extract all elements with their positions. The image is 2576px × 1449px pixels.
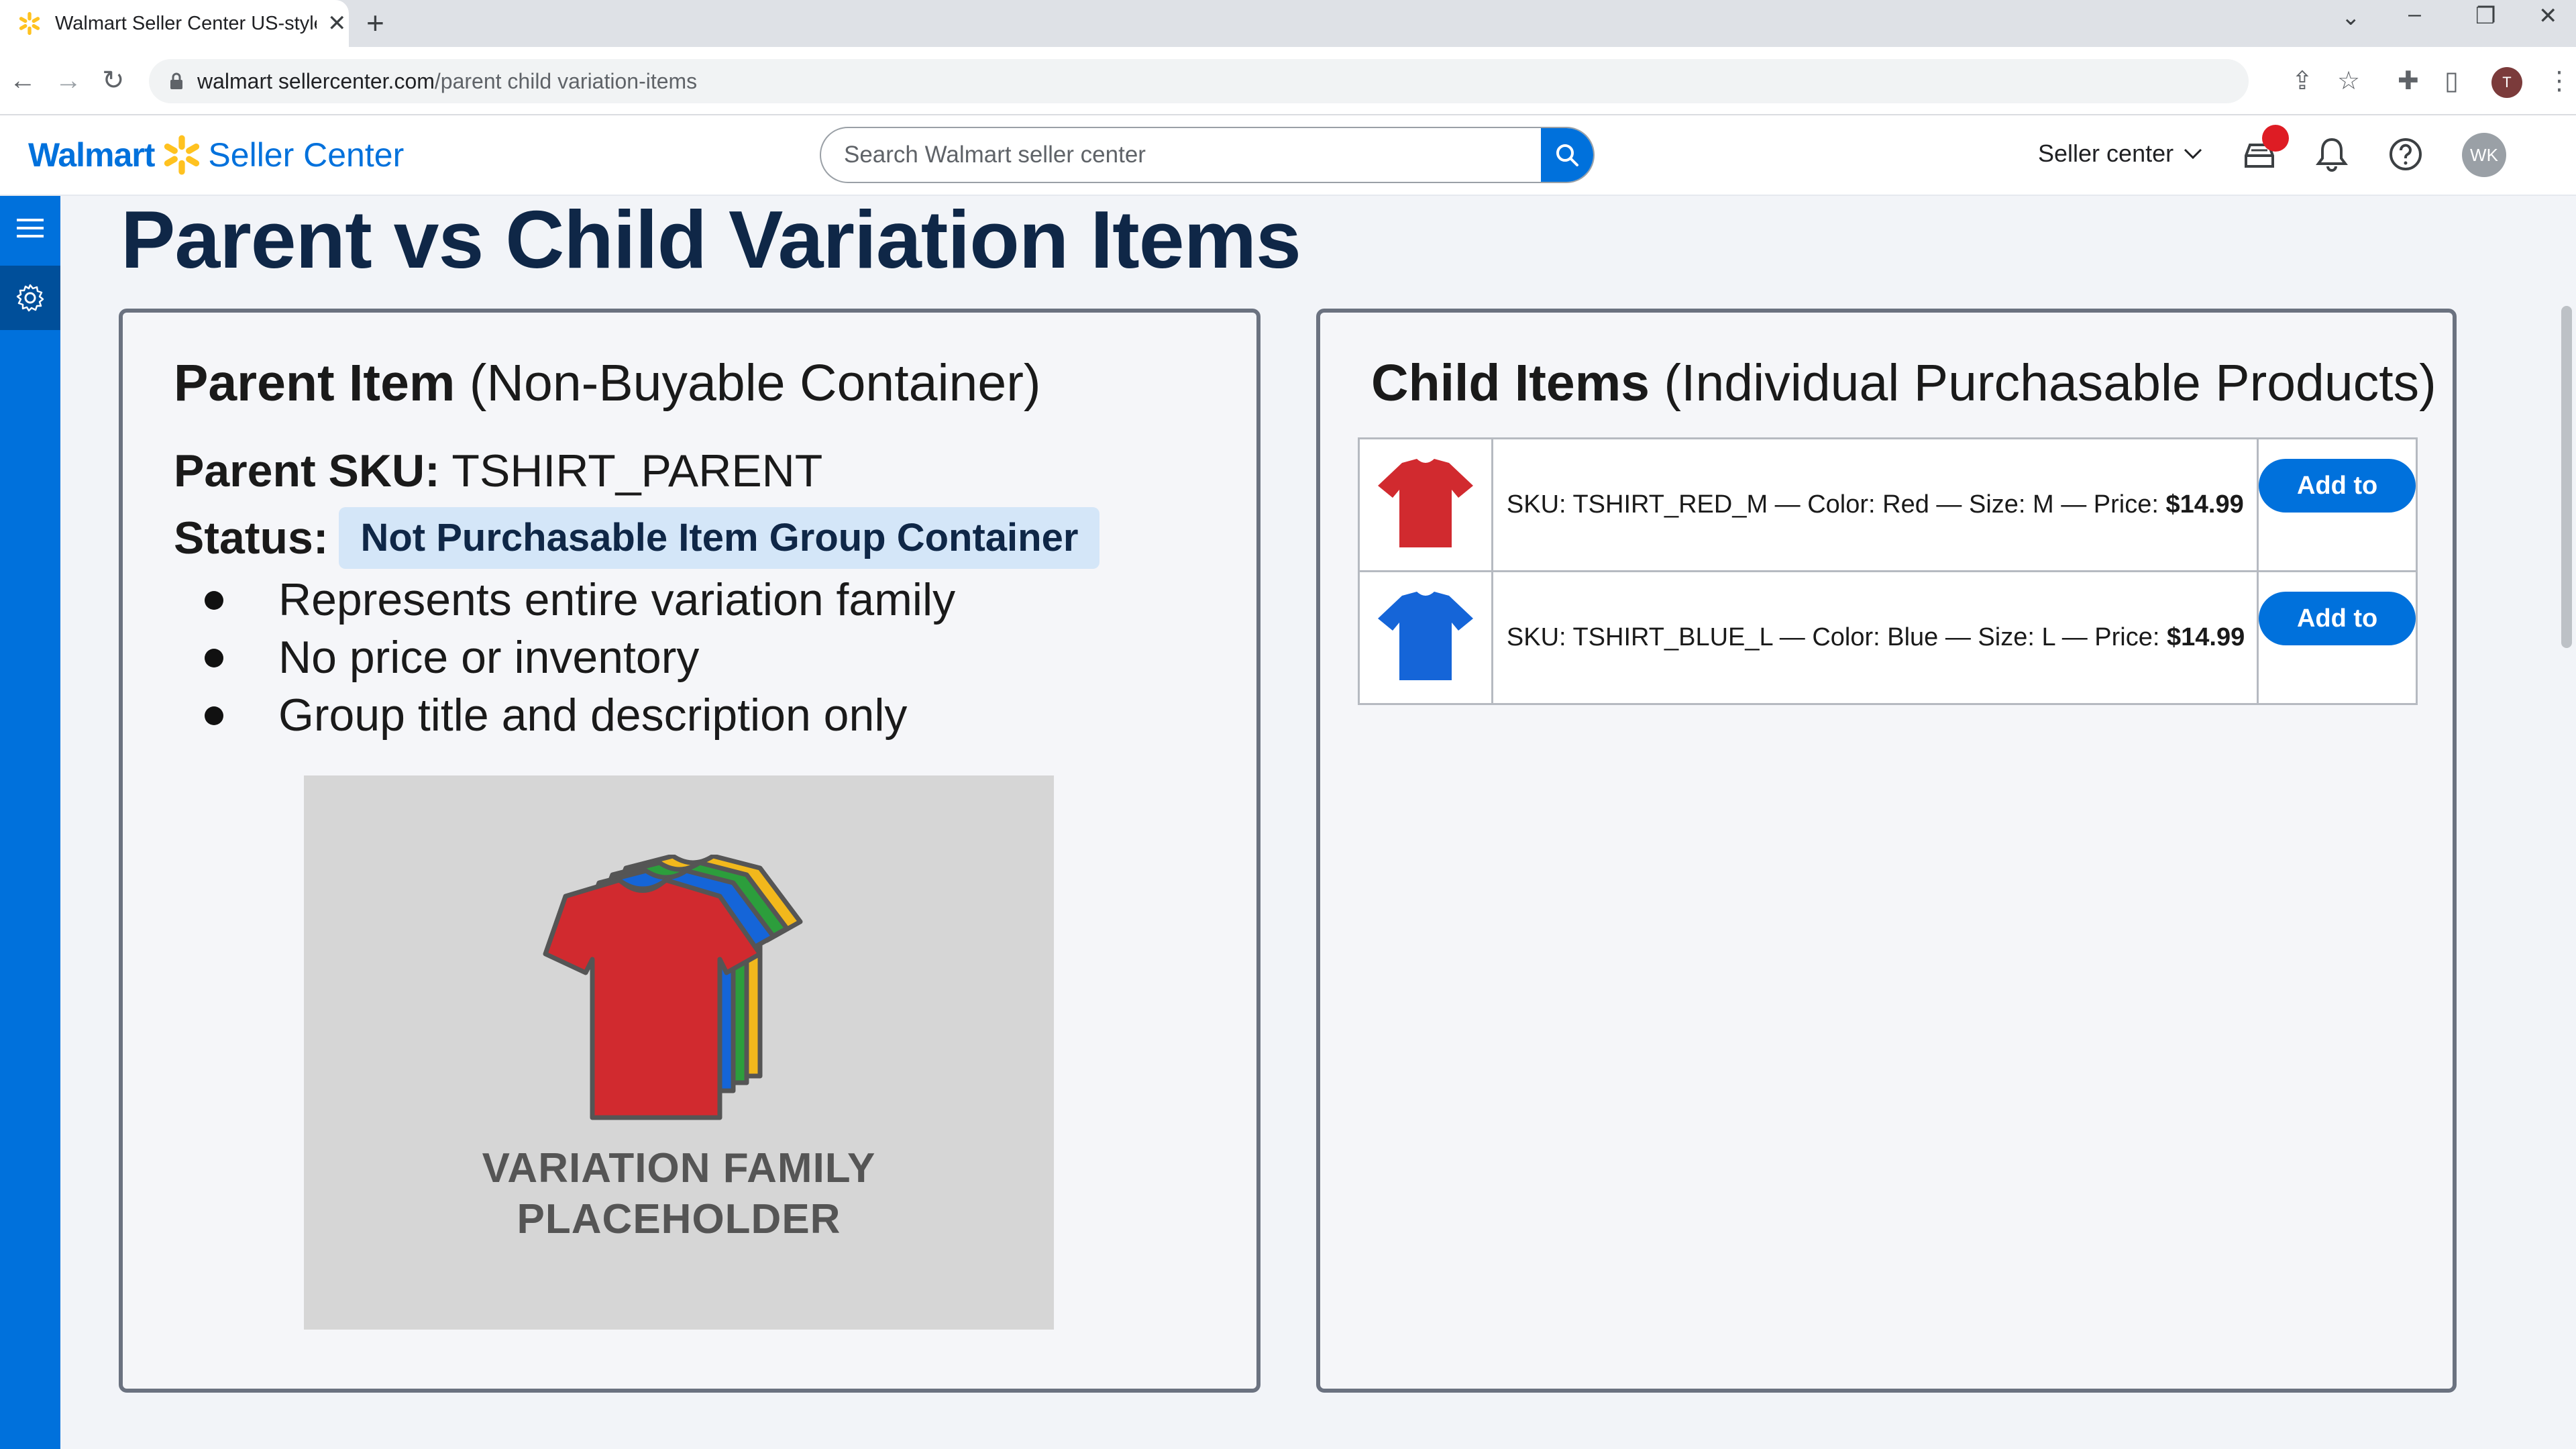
browser-profile-avatar[interactable]: T <box>2491 67 2522 98</box>
new-tab-icon[interactable]: + <box>366 7 384 39</box>
child-panel-heading: Child Items (Individual Purchasable Prod… <box>1371 354 2436 412</box>
red-tshirt-icon <box>1377 459 1473 547</box>
status-badge: Not Purchasable Item Group Container <box>339 507 1100 569</box>
minimize-icon[interactable]: – <box>2408 1 2421 28</box>
blue-tshirt-icon <box>1377 592 1473 680</box>
lock-icon <box>170 72 182 89</box>
table-row: SKU: TSHIRT_BLUE_L — Color: Blue — Size:… <box>1358 570 2418 705</box>
page-title: Parent vs Child Variation Items <box>121 194 1301 285</box>
stacked-tshirts-icon <box>543 855 803 1120</box>
app-header: Walmart Seller Center Search Walmart sel… <box>0 115 2576 196</box>
child-items-panel: Child Items (Individual Purchasable Prod… <box>1316 309 2457 1393</box>
restore-icon[interactable]: ❐ <box>2475 3 2496 30</box>
browser-toolbar: ← → ↻ walmart sellercenter.com/parent ch… <box>0 47 2576 115</box>
seller-dropdown-label: Seller center <box>2038 140 2174 167</box>
list-item: Group title and description only <box>174 686 955 744</box>
seller-center-logo[interactable]: Walmart Seller Center <box>28 134 404 176</box>
address-bar[interactable]: walmart sellercenter.com/parent child va… <box>149 59 2249 103</box>
hamburger-menu-icon <box>17 219 44 237</box>
url-text: walmart sellercenter.com/parent child va… <box>197 68 698 93</box>
search-icon <box>1556 144 1578 166</box>
search-button[interactable] <box>1541 128 1593 182</box>
extensions-icon[interactable]: ✚ <box>2398 64 2419 98</box>
walmart-spark-icon <box>19 11 40 36</box>
browser-tab-bar: Walmart Seller Center US-style ✕ + ⌄ – ❐… <box>0 0 2576 47</box>
browser-menu-icon[interactable]: ⋮ <box>2546 64 2572 98</box>
child-items-table: SKU: TSHIRT_RED_M — Color: Red — Size: M… <box>1358 437 2418 705</box>
variation-family-placeholder-image: VARIATION FAMILY PLACEHOLDER <box>304 775 1054 1330</box>
tab-search-chevron-icon[interactable]: ⌄ <box>2341 4 2361 31</box>
share-icon[interactable]: ⇪ <box>2292 64 2313 98</box>
parent-panel-heading: Parent Item (Non-Buyable Container) <box>174 354 1041 412</box>
add-to-cart-button[interactable]: Add to Cart <box>2259 592 2416 686</box>
main-content: Parent vs Child Variation Items Parent I… <box>60 196 2576 1449</box>
side-navigation-rail <box>0 196 60 1449</box>
list-item: Represents entire variation family <box>174 571 955 629</box>
search-box <box>820 127 1595 183</box>
child-item-details: SKU: TSHIRT_RED_M — Color: Red — Size: M… <box>1491 437 2259 572</box>
table-row: SKU: TSHIRT_RED_M — Color: Red — Size: M… <box>1358 437 2418 572</box>
child-item-thumbnail <box>1358 570 1493 705</box>
browser-tab[interactable]: Walmart Seller Center US-style ✕ <box>0 0 349 47</box>
placeholder-caption: VARIATION FAMILY PLACEHOLDER <box>482 1145 876 1242</box>
close-window-icon[interactable]: ✕ <box>2538 3 2558 30</box>
add-to-cart-button[interactable]: Add to Cart <box>2259 459 2416 553</box>
bookmark-star-icon[interactable]: ☆ <box>2337 64 2360 98</box>
list-item: No price or inventory <box>174 629 955 686</box>
parent-status: Status: Not Purchasable Item Group Conta… <box>174 507 1100 569</box>
side-panel-icon[interactable]: ▯ <box>2445 64 2459 98</box>
page-scrollbar[interactable] <box>2561 306 2572 648</box>
close-tab-icon[interactable]: ✕ <box>327 10 347 37</box>
seller-center-dropdown[interactable]: Seller center <box>2038 140 2203 168</box>
search-input[interactable] <box>821 128 1541 182</box>
gear-icon <box>16 284 44 312</box>
reload-icon[interactable]: ↻ <box>102 62 125 99</box>
tab-title: Walmart Seller Center US-style <box>55 12 317 34</box>
logo-brand: Walmart <box>28 136 155 174</box>
child-item-thumbnail <box>1358 437 1493 572</box>
bell-icon[interactable] <box>2314 136 2349 173</box>
parent-feature-list: Represents entire variation family No pr… <box>174 571 955 744</box>
child-item-details: SKU: TSHIRT_BLUE_L — Color: Blue — Size:… <box>1491 570 2259 705</box>
user-avatar[interactable]: WK <box>2462 133 2506 177</box>
settings-nav-item[interactable] <box>0 266 60 330</box>
back-icon[interactable]: ← <box>9 62 36 99</box>
parent-sku: Parent SKU: TSHIRT_PARENT <box>174 445 823 496</box>
forward-icon[interactable]: → <box>55 62 82 99</box>
help-icon[interactable] <box>2387 136 2424 173</box>
walmart-spark-icon <box>164 135 200 175</box>
logo-product: Seller Center <box>208 136 405 174</box>
chevron-down-icon <box>2184 148 2202 160</box>
notification-dot-badge <box>2262 125 2289 152</box>
parent-item-panel: Parent Item (Non-Buyable Container) Pare… <box>119 309 1260 1393</box>
menu-button[interactable] <box>0 196 60 260</box>
